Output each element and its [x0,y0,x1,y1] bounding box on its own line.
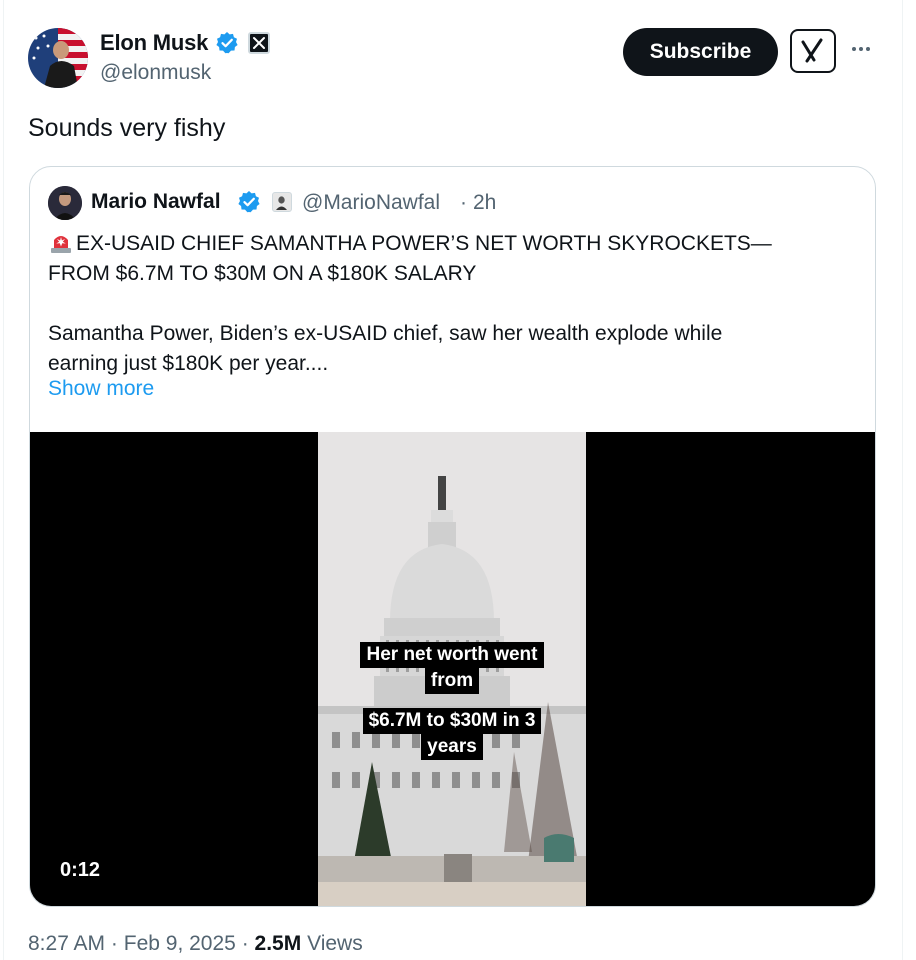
quoted-timestamp[interactable]: 2h [473,191,496,215]
x-affiliation-icon[interactable] [248,32,270,54]
subscribe-button[interactable]: Subscribe [623,28,778,76]
caption-line: Her net worth went [360,642,544,668]
video-player[interactable]: Her net worth went from $6.7M to $30M in… [30,432,875,906]
column-border-right [902,0,903,960]
caption-line: years [421,734,483,760]
column-border-left [3,0,4,960]
quoted-author-name[interactable]: Mario Nawfal [91,190,221,214]
post-time[interactable]: 8:27 AM [28,932,105,955]
author-avatar[interactable] [28,28,88,88]
verified-badge-icon[interactable] [215,31,239,55]
caption-line: $6.7M to $30M in 3 [362,708,542,734]
tweet-meta: 8:27 AM · Feb 9, 2025 · 2.5M Views [28,932,363,956]
views-label: Views [307,932,363,955]
separator-dot: · [460,191,467,214]
body-text-1: Samantha Power, Biden’s ex-USAID chief, … [48,322,723,345]
affiliation-avatar-icon[interactable] [272,192,292,212]
separator-dot: · [110,932,118,955]
siren-emoji-icon [48,229,74,255]
headline-line: EX-USAID CHIEF SAMANTHA POWER’S NET WORT… [48,229,838,259]
more-dot [859,47,863,51]
video-caption-2: $6.7M to $30M in 3 years [348,708,556,760]
video-duration: 0:12 [60,859,101,881]
more-dot [866,47,870,51]
more-dot [852,47,856,51]
tweet-text: Sounds very fishy [28,114,226,142]
author-handle[interactable]: @elonmusk [100,61,211,85]
quoted-author-handle[interactable]: @MarioNawfal [302,191,440,215]
author-name[interactable]: Elon Musk [100,30,208,56]
headline-text-1: EX-USAID CHIEF SAMANTHA POWER’S NET WORT… [76,232,772,255]
video-frame-capitol: Her net worth went from $6.7M to $30M in… [318,432,586,906]
show-more-link[interactable]: Show more [48,377,154,401]
quoted-tweet-text: EX-USAID CHIEF SAMANTHA POWER’S NET WORT… [48,229,838,379]
video-caption-1: Her net worth went from [346,642,558,694]
verified-badge-icon[interactable] [237,190,261,214]
body-text-2: earning just $180K per year.... [48,352,329,375]
headline-text-2: FROM $6.7M TO $30M ON A $180K SALARY [48,262,477,285]
more-icon[interactable] [846,34,876,64]
post-date[interactable]: Feb 9, 2025 [124,932,236,955]
views-count[interactable]: 2.5M [255,932,302,955]
caption-line: from [424,668,480,694]
grok-icon[interactable] [790,29,836,73]
separator-dot: · [241,932,249,955]
quoted-author-avatar[interactable] [48,186,82,220]
quoted-tweet-card[interactable]: Mario Nawfal @MarioNawfal · 2h EX-USAID … [29,166,876,907]
